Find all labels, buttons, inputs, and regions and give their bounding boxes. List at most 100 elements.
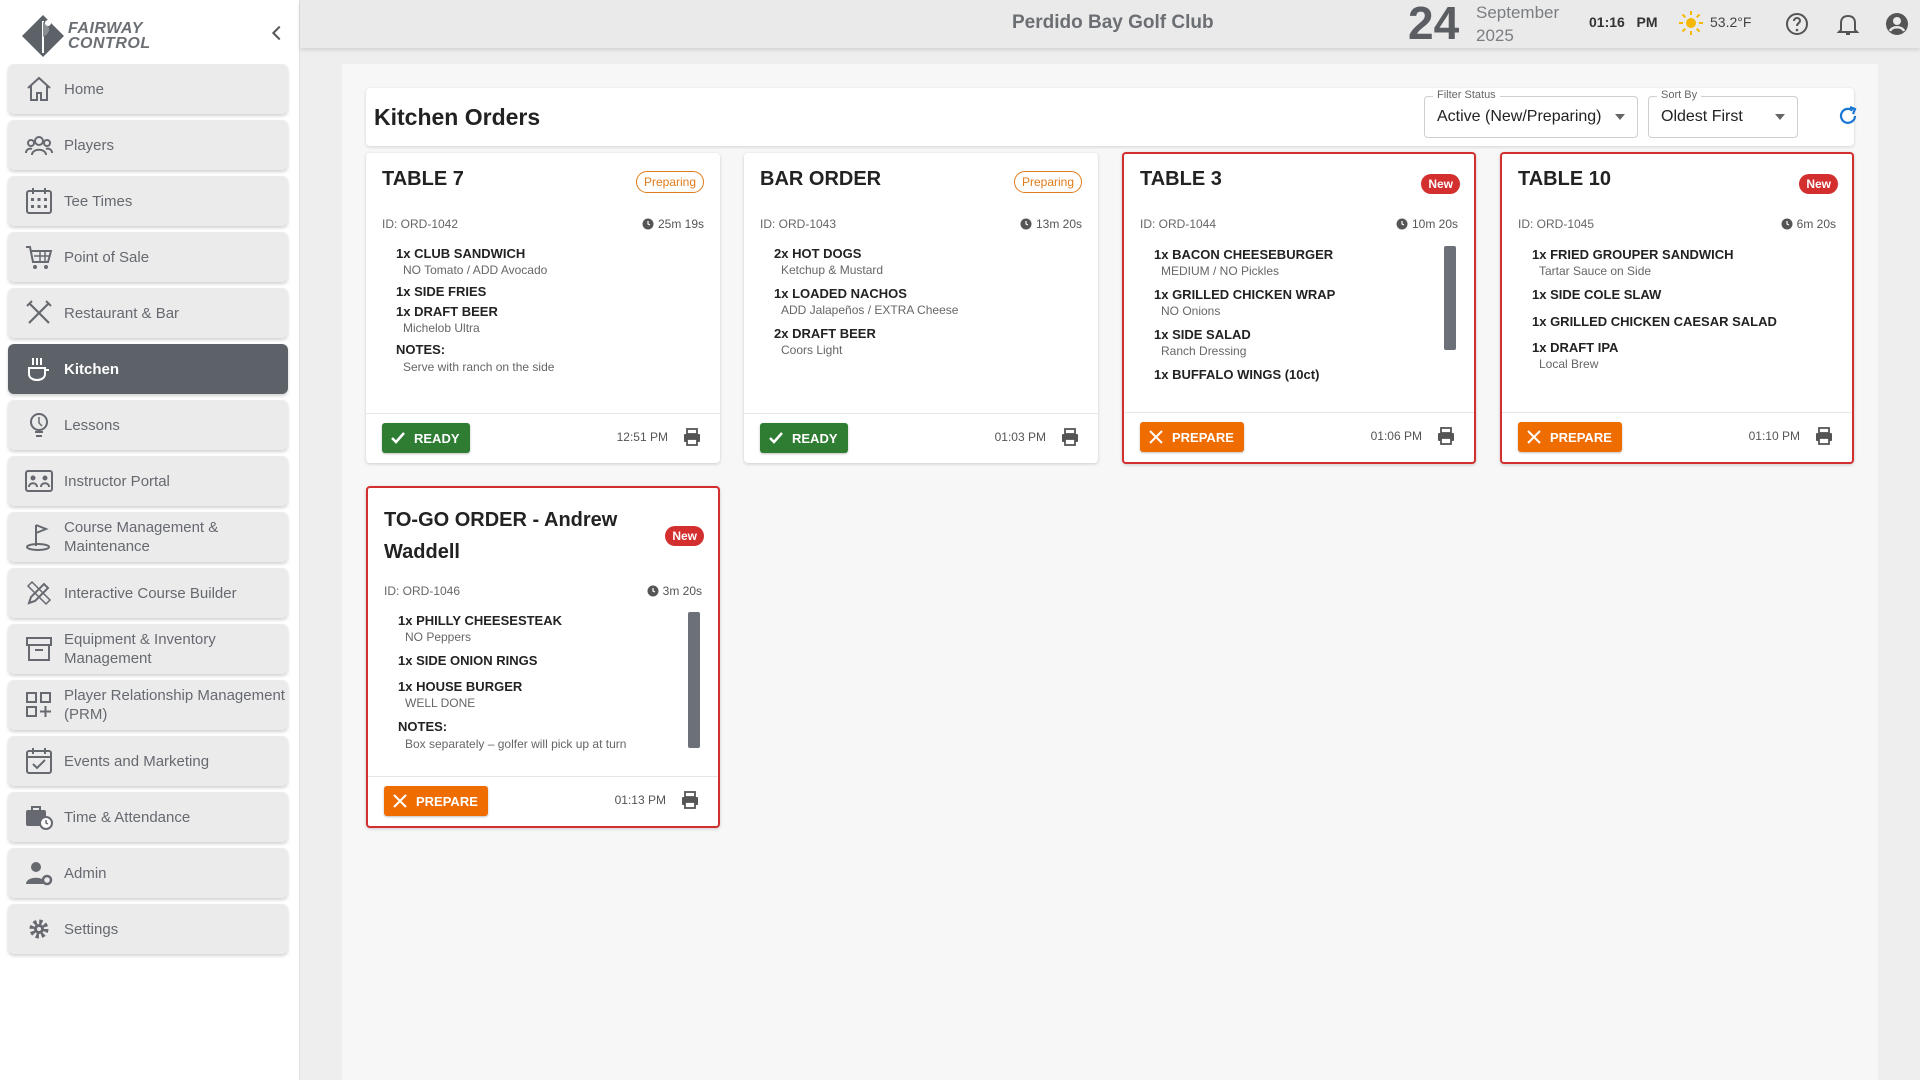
sidebar-item-point-of-sale[interactable]: Point of Sale: [8, 232, 288, 282]
order-items: 1x CLUB SANDWICH NO Tomato / ADD Avocado…: [396, 245, 690, 383]
prepare-button[interactable]: PREPARE: [1140, 422, 1244, 452]
sidebar-item-home[interactable]: Home: [8, 64, 288, 114]
refresh-icon[interactable]: [1836, 104, 1860, 128]
item-name: 1x GRILLED CHICKEN CAESAR SALAD: [1532, 314, 1777, 329]
briefcase-clock-icon: [26, 806, 53, 830]
archive-box-icon: [26, 637, 52, 661]
sidebar: FAIRWAY CONTROL Home Players Tee Times P…: [0, 0, 300, 1080]
sidebar-item-instructor-portal[interactable]: Instructor Portal: [8, 456, 288, 506]
printer-icon[interactable]: [1436, 426, 1456, 446]
date-day: 24: [1408, 0, 1460, 49]
item-modifier: NO Tomato / ADD Avocado: [403, 263, 548, 277]
notes-label: NOTES:: [398, 719, 448, 734]
sidebar-item-restaurant-bar[interactable]: Restaurant & Bar: [8, 288, 288, 338]
card-footer: PREPARE 01:06 PM: [1124, 412, 1474, 462]
items-scrollbar[interactable]: [688, 612, 700, 748]
item-modifier: Coors Light: [781, 343, 843, 357]
item-name: 1x CLUB SANDWICH: [396, 246, 526, 261]
printer-icon[interactable]: [1814, 426, 1834, 446]
sidebar-item-label: Course Management & Maintenance: [64, 519, 219, 555]
printer-icon[interactable]: [1060, 427, 1080, 447]
order-time: 01:03 PM: [994, 430, 1046, 444]
chevron-left-icon[interactable]: [266, 22, 288, 44]
elapsed-time: 6m 20s: [1796, 217, 1836, 231]
sidebar-item-course-builder[interactable]: Interactive Course Builder: [8, 568, 288, 618]
prepare-button-label: PREPARE: [1172, 429, 1234, 445]
sidebar-item-settings[interactable]: Settings: [8, 904, 288, 954]
item-modifier: Tartar Sauce on Side: [1539, 264, 1652, 278]
date-month: September: [1476, 3, 1560, 22]
sidebar-item-label: Home: [64, 80, 105, 98]
sidebar-item-label: Player Relationship Management (PRM): [64, 687, 285, 723]
clock: 01:16 PM: [1589, 14, 1657, 30]
ready-button[interactable]: READY: [382, 423, 470, 453]
clock-icon: [1020, 218, 1032, 230]
order-card: BAR ORDER Preparing ID: ORD-1043 13m 20s…: [744, 153, 1098, 463]
sidebar-item-equipment-inventory[interactable]: Equipment & Inventory Management: [8, 624, 288, 674]
sidebar-item-events-marketing[interactable]: Events and Marketing: [8, 736, 288, 786]
items-scrollbar[interactable]: [1444, 246, 1456, 350]
prepare-button[interactable]: PREPARE: [1518, 422, 1622, 452]
grid-plus-icon: [26, 692, 51, 717]
order-items: 1x PHILLY CHEESESTEAK NO Peppers 1x SIDE…: [398, 612, 682, 756]
order-time: 01:06 PM: [1370, 429, 1422, 443]
elapsed-timer: 10m 20s: [1396, 217, 1458, 231]
sidebar-nav: Home Players Tee Times Point of Sale Res…: [8, 64, 288, 960]
order-card: TABLE 10 New ID: ORD-1045 6m 20s 1x FRIE…: [1500, 152, 1854, 464]
order-card: TO-GO ORDER - Andrew Waddell New ID: ORD…: [366, 486, 720, 828]
help-icon[interactable]: [1784, 11, 1810, 37]
sun-icon: [1679, 11, 1703, 35]
golf-flag-icon: [26, 524, 50, 551]
sidebar-item-players[interactable]: Players: [8, 120, 288, 170]
prepare-button-label: PREPARE: [416, 793, 478, 809]
item-name: 1x SIDE COLE SLAW: [1532, 287, 1662, 302]
temperature: 53.2°F: [1710, 14, 1752, 30]
printer-icon[interactable]: [682, 427, 702, 447]
sidebar-item-label: Kitchen: [64, 360, 120, 378]
elapsed-time: 13m 20s: [1035, 217, 1082, 231]
cart-icon: [26, 246, 53, 269]
sidebar-item-prm[interactable]: Player Relationship Management (PRM): [8, 680, 288, 730]
sidebar-item-course-management[interactable]: Course Management & Maintenance: [8, 512, 288, 562]
brand-logo[interactable]: FAIRWAY CONTROL: [20, 12, 151, 60]
sidebar-item-label: Settings: [64, 920, 119, 938]
card-footer: READY 12:51 PM: [366, 413, 720, 463]
filter-status-select[interactable]: Filter Status Active (New/Preparing): [1424, 89, 1638, 138]
sidebar-item-lessons[interactable]: Lessons: [8, 400, 288, 450]
item-name: 1x GRILLED CHICKEN WRAP: [1154, 287, 1336, 302]
item-name: 1x SIDE ONION RINGS: [398, 653, 538, 668]
item-name: 1x DRAFT BEER: [396, 304, 498, 319]
sidebar-item-kitchen[interactable]: Kitchen: [8, 344, 288, 394]
checkmark-icon: [769, 432, 783, 444]
status-badge: Preparing: [635, 171, 704, 193]
caret-down-icon: [1615, 114, 1625, 120]
sidebar-item-label: Events and Marketing: [64, 752, 210, 770]
order-title: TABLE 7: [382, 168, 464, 190]
ready-button[interactable]: READY: [760, 423, 848, 453]
account-circle-icon[interactable]: [1884, 11, 1910, 37]
item-name: 1x PHILLY CHEESESTEAK: [398, 613, 562, 628]
kitchen-icon: [28, 358, 49, 382]
order-title-line-1: TO-GO ORDER - Andrew: [384, 509, 618, 531]
printer-icon[interactable]: [680, 790, 700, 810]
item-name: 1x HOUSE BURGER: [398, 679, 523, 694]
bell-icon[interactable]: [1835, 11, 1861, 37]
item-name: 1x BACON CHEESEBURGER: [1154, 247, 1334, 262]
order-items: 2x HOT DOGS Ketchup & Mustard 1x LOADED …: [774, 245, 1068, 383]
elapsed-time: 10m 20s: [1411, 217, 1458, 231]
sidebar-item-label: Lessons: [64, 416, 120, 434]
sidebar-item-admin[interactable]: Admin: [8, 848, 288, 898]
instructor-board-icon: [25, 470, 53, 492]
card-footer: PREPARE 01:10 PM: [1502, 412, 1852, 462]
sidebar-item-label: Equipment & Inventory Management: [64, 631, 216, 667]
sidebar-item-time-attendance[interactable]: Time & Attendance: [8, 792, 288, 842]
sidebar-item-tee-times[interactable]: Tee Times: [8, 176, 288, 226]
item-name: 1x BUFFALO WINGS (10ct): [1154, 367, 1320, 382]
item-name: 2x DRAFT BEER: [774, 326, 876, 341]
logo-diamond-icon: [22, 15, 64, 57]
item-modifier: MEDIUM / NO Pickles: [1161, 264, 1280, 278]
sort-by-select[interactable]: Sort By Oldest First: [1648, 89, 1798, 138]
main-content: Kitchen Orders Filter Status Active (New…: [342, 64, 1878, 1080]
players-icon: [25, 136, 53, 156]
prepare-button[interactable]: PREPARE: [384, 786, 488, 816]
